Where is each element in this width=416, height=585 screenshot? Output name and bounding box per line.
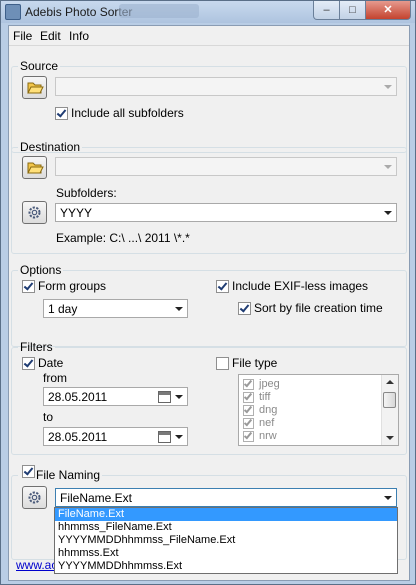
chevron-down-icon	[173, 388, 185, 405]
file-type-checkbox[interactable]	[216, 357, 229, 370]
chevron-down-icon	[173, 428, 185, 445]
file-type-list[interactable]: jpeg tiff dng nef nrw	[238, 374, 399, 446]
menu-info[interactable]: Info	[69, 29, 89, 43]
destination-legend: Destination	[20, 140, 81, 154]
date-from-value: 28.05.2011	[48, 390, 108, 404]
file-type-item-checkbox[interactable]	[243, 418, 254, 429]
sort-by-time-checkbox[interactable]	[238, 302, 251, 315]
close-button[interactable]: ✕	[365, 1, 411, 20]
filters-legend: Filters	[20, 340, 53, 354]
file-type-item-checkbox[interactable]	[243, 379, 254, 390]
app-icon	[5, 4, 21, 20]
form-groups-checkbox[interactable]	[22, 280, 35, 293]
file-naming-settings-button[interactable]	[22, 486, 47, 509]
file-naming-value: FileName.Ext	[60, 491, 133, 505]
dropdown-option[interactable]: hhmmss_FileName.Ext	[55, 521, 397, 534]
date-to-label: to	[43, 410, 54, 424]
scrollbar-thumb[interactable]	[383, 392, 396, 408]
include-exifless-checkbox[interactable]	[216, 280, 229, 293]
maximize-button[interactable]: □	[339, 1, 366, 20]
folder-icon	[27, 162, 44, 174]
dropdown-option[interactable]: FileName.Ext	[55, 508, 397, 521]
date-from-picker[interactable]: 28.05.2011	[43, 387, 188, 406]
form-groups-label: Form groups	[38, 279, 107, 293]
calendar-icon	[158, 391, 171, 403]
app-window: Adebis Photo Sorter – □ ✕ File Edit Info…	[0, 0, 416, 585]
subfolders-pattern-combo[interactable]: YYYY	[55, 203, 397, 222]
source-legend: Source	[20, 59, 59, 73]
client-area: File Edit Info Source Include all subfol…	[8, 25, 410, 581]
chevron-down-icon	[379, 158, 396, 175]
date-filter-label: Date	[38, 356, 64, 370]
dropdown-option[interactable]: YYYYMMDDhhmmss.Ext	[55, 560, 397, 573]
date-filter-checkbox[interactable]	[22, 357, 35, 370]
source-browse-button[interactable]	[22, 76, 47, 99]
scroll-up-icon[interactable]	[386, 380, 394, 384]
scroll-down-icon[interactable]	[386, 436, 394, 440]
include-exifless-label: Include EXIF-less images	[232, 279, 369, 293]
menu-file[interactable]: File	[13, 29, 32, 43]
source-path-combo[interactable]	[55, 77, 397, 96]
window-title: Adebis Photo Sorter	[25, 5, 133, 19]
group-interval-combo[interactable]: 1 day	[43, 299, 188, 318]
file-type-item-checkbox[interactable]	[243, 392, 254, 403]
chevron-down-icon	[170, 300, 187, 317]
date-to-picker[interactable]: 28.05.2011	[43, 427, 188, 446]
file-type-label: File type	[232, 356, 278, 370]
chevron-down-icon	[379, 204, 396, 221]
website-link[interactable]: www.ac	[16, 558, 57, 572]
dropdown-option[interactable]: YYYYMMDDhhmmss_FileName.Ext	[55, 534, 397, 547]
group-interval-value: 1 day	[48, 302, 78, 316]
destination-example-text: Example: C:\ ...\ 2011 \*.*	[56, 231, 190, 245]
file-naming-checkbox[interactable]	[22, 465, 35, 478]
sort-by-time-label: Sort by file creation time	[254, 301, 383, 315]
subfolders-settings-button[interactable]	[22, 201, 47, 224]
menu-edit[interactable]: Edit	[40, 29, 61, 43]
subfolders-pattern-value: YYYY	[60, 206, 93, 220]
gear-icon	[28, 206, 41, 219]
destination-path-combo[interactable]	[55, 157, 397, 176]
date-from-label: from	[43, 371, 67, 385]
title-bar: Adebis Photo Sorter – □ ✕	[1, 1, 415, 23]
include-subfolders-label: Include all subfolders	[71, 106, 184, 120]
background-window-title	[119, 4, 199, 18]
include-subfolders-checkbox[interactable]	[55, 107, 68, 120]
file-type-item-checkbox[interactable]	[243, 405, 254, 416]
subfolders-label: Subfolders:	[56, 186, 117, 200]
destination-browse-button[interactable]	[22, 156, 47, 179]
folder-icon	[27, 82, 44, 94]
file-naming-combo[interactable]: FileName.Ext	[55, 488, 397, 507]
menu-bar: File Edit Info	[9, 26, 409, 46]
gear-icon	[28, 491, 41, 504]
chevron-down-icon	[379, 78, 396, 95]
file-type-scrollbar[interactable]	[381, 375, 398, 445]
dropdown-option[interactable]: hhmmss.Ext	[55, 547, 397, 560]
minimize-button[interactable]: –	[313, 1, 340, 20]
file-naming-dropdown-list[interactable]: FileName.Ext hhmmss_FileName.Ext YYYYMMD…	[54, 507, 398, 574]
options-legend: Options	[20, 263, 62, 277]
file-type-item-checkbox[interactable]	[243, 431, 254, 442]
calendar-icon	[158, 431, 171, 443]
date-to-value: 28.05.2011	[48, 430, 108, 444]
